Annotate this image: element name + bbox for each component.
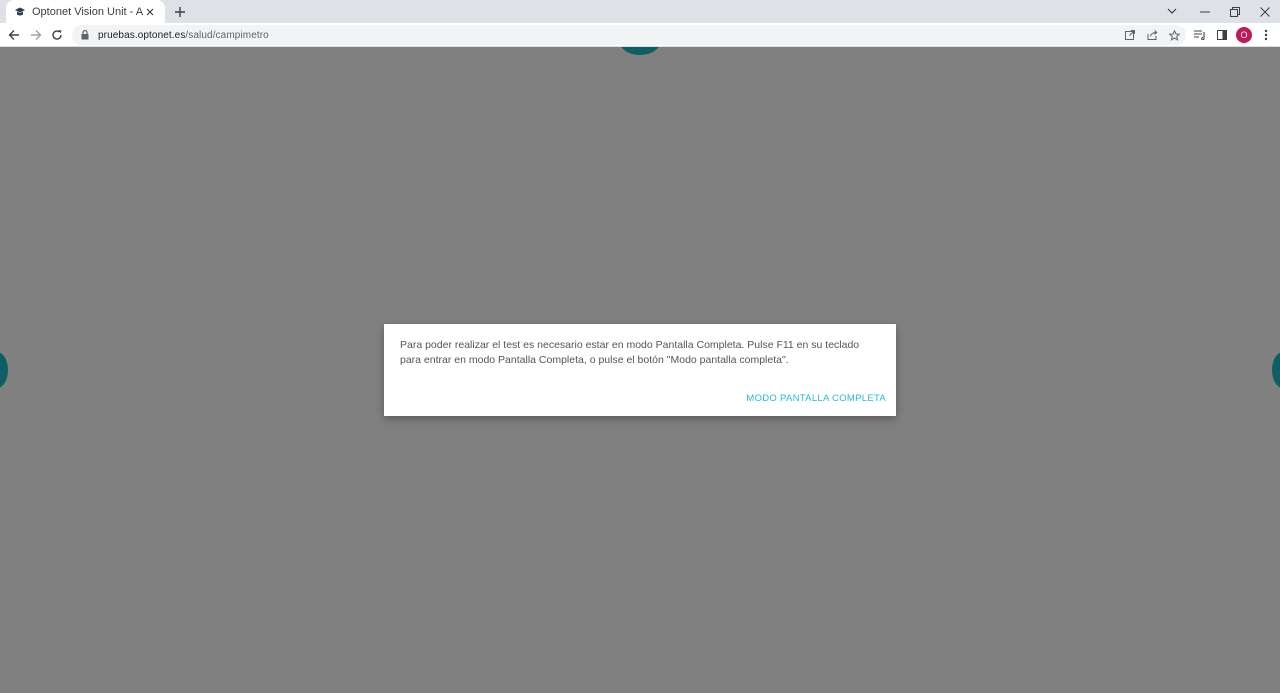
- url-host: pruebas.optonet.es: [98, 29, 186, 41]
- favicon-icon: [14, 6, 26, 18]
- url-path: /salud/campimetro: [185, 29, 269, 41]
- side-panel-icon[interactable]: [1214, 25, 1230, 45]
- dialog-message: Para poder realizar el test es necesario…: [400, 339, 860, 366]
- browser-tab[interactable]: Optonet Vision Unit - App: [6, 0, 165, 23]
- lock-icon[interactable]: [80, 29, 90, 41]
- omnibox-actions: [1122, 27, 1182, 43]
- address-bar[interactable]: pruebas.optonet.es/salud/campimetro: [72, 25, 1186, 45]
- avatar: O: [1236, 27, 1252, 43]
- tab-search-chevron-icon[interactable]: [1164, 3, 1180, 19]
- bookmark-star-icon[interactable]: [1166, 27, 1182, 43]
- tab-title: Optonet Vision Unit - App: [32, 5, 143, 18]
- url-text: pruebas.optonet.es/salud/campimetro: [98, 30, 269, 41]
- close-window-icon[interactable]: [1250, 0, 1280, 23]
- minimize-icon[interactable]: [1190, 0, 1220, 23]
- toolbar-right: O: [1192, 25, 1274, 45]
- browser-toolbar: pruebas.optonet.es/salud/campimetro O: [0, 23, 1280, 47]
- forward-arrow-icon[interactable]: [27, 26, 45, 44]
- target-top: [620, 47, 660, 55]
- page-content: Para poder realizar el test es necesario…: [0, 47, 1280, 693]
- reading-list-icon[interactable]: [1192, 25, 1208, 45]
- back-arrow-icon[interactable]: [5, 26, 23, 44]
- target-left: [0, 352, 8, 388]
- share-icon[interactable]: [1144, 27, 1160, 43]
- fullscreen-dialog: Para poder realizar el test es necesario…: [384, 324, 896, 416]
- reload-icon[interactable]: [48, 26, 66, 44]
- menu-kebab-icon[interactable]: [1258, 25, 1274, 45]
- restore-icon[interactable]: [1220, 0, 1250, 23]
- new-tab-icon[interactable]: [172, 4, 188, 20]
- open-in-new-icon[interactable]: [1122, 27, 1138, 43]
- target-right: [1272, 352, 1280, 388]
- close-tab-icon[interactable]: [143, 5, 157, 19]
- window-controls: [1190, 0, 1280, 23]
- profile-avatar[interactable]: O: [1236, 25, 1252, 45]
- fullscreen-button[interactable]: MODO PANTALLA COMPLETA: [746, 391, 886, 406]
- tab-strip: Optonet Vision Unit - App: [0, 0, 1280, 23]
